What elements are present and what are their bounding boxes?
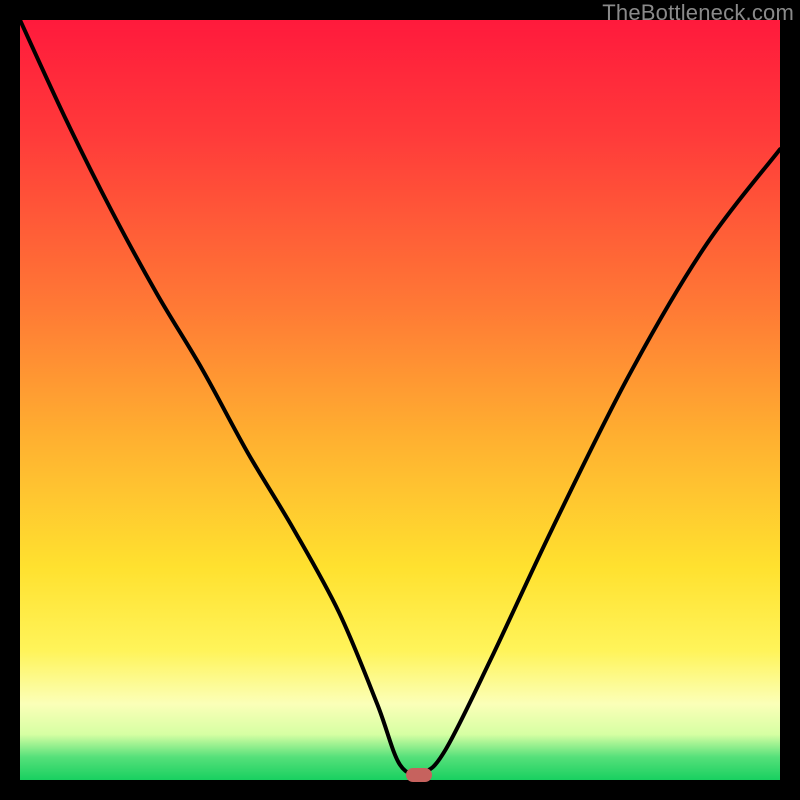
chart-frame: TheBottleneck.com (0, 0, 800, 800)
plot-area (20, 20, 780, 780)
optimal-point-marker (406, 768, 432, 782)
bottleneck-curve (20, 20, 780, 780)
